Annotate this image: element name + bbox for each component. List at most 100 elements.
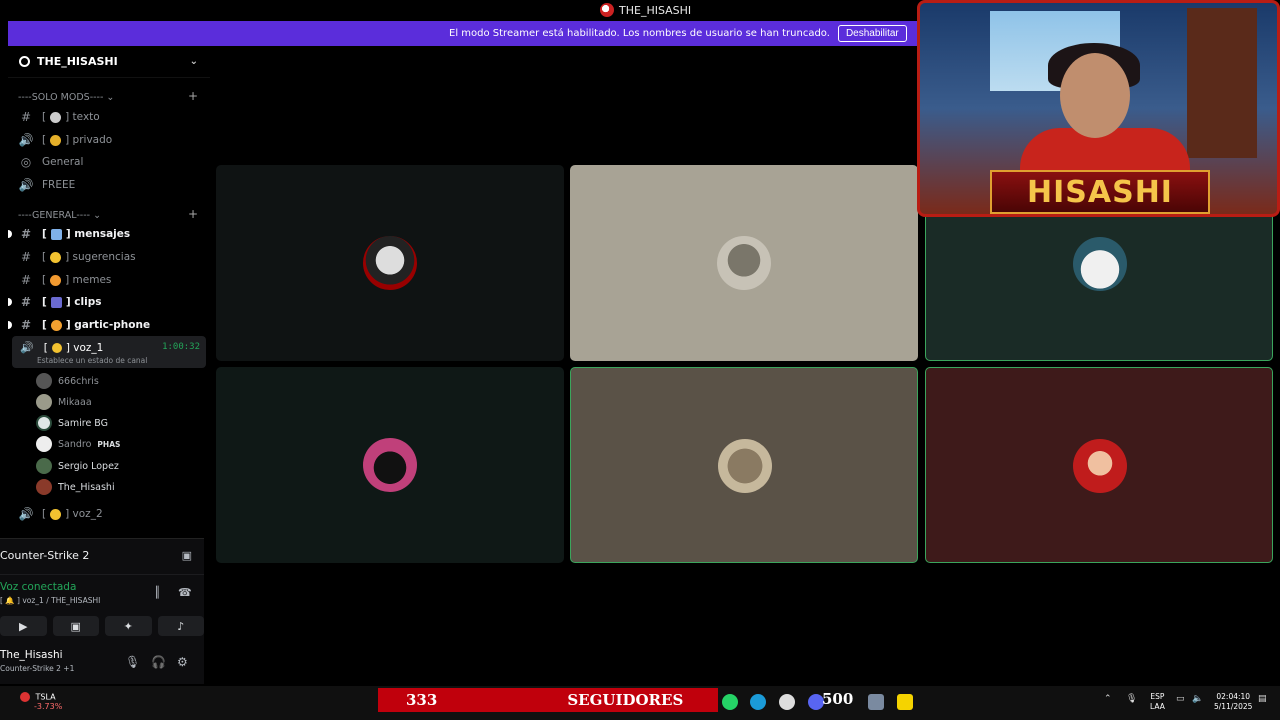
film-icon	[50, 296, 62, 308]
bell-icon	[50, 508, 62, 520]
video-tile-4[interactable]	[216, 367, 564, 563]
edge-icon[interactable]	[750, 694, 766, 710]
avatar	[36, 415, 52, 431]
channel-privado[interactable]: 🔊 [] privado	[18, 130, 204, 150]
channel-general-stage[interactable]: ◎ General	[18, 152, 204, 172]
book-icon	[50, 228, 62, 240]
voice-timer: 1:00:32	[162, 342, 200, 352]
avatar	[363, 236, 417, 290]
unread-indicator	[8, 298, 12, 306]
voice-location[interactable]: [ 🔔 ] voz_1 / THE_HISASHI	[0, 596, 100, 605]
channel-mensajes[interactable]: # [] mensajes	[8, 224, 204, 244]
overlay-counter: 500	[822, 690, 854, 708]
avatar	[36, 394, 52, 410]
voice-user[interactable]: Mikaaa	[36, 392, 92, 412]
channel-texto[interactable]: # [] texto	[18, 107, 204, 127]
hashtag-icon: #	[20, 295, 32, 309]
voice-user[interactable]: Samire BG	[36, 413, 108, 433]
channel-memes[interactable]: # [] memes	[18, 270, 204, 290]
voice-user[interactable]: Sandro PHAS	[36, 434, 120, 454]
voice-user[interactable]: 666chris	[36, 371, 99, 391]
stock-widget[interactable]: TSLA -3.73%	[20, 692, 62, 711]
surprised-emoji-icon	[50, 319, 62, 331]
status-badge: PHAS	[97, 439, 121, 449]
video-tile-6[interactable]	[925, 367, 1273, 563]
server-name: THE_HISASHI	[37, 55, 118, 68]
thinking-emoji-icon	[50, 251, 62, 263]
taskbar: TSLA -3.73% 333 SEGUIDORES 500 ⌃ 🎙 ESP L…	[0, 686, 1280, 720]
voice-channel-name: voz_1	[73, 341, 104, 354]
language-indicator[interactable]: ESP LAA	[1150, 692, 1165, 712]
microphone-icon[interactable]: 🎙	[1126, 694, 1137, 704]
server-header[interactable]: THE_HISASHI ⌄	[8, 46, 210, 78]
streamer-name-plate: HISASHI	[990, 170, 1210, 214]
channel-freee[interactable]: 🔊 FREEE	[18, 175, 204, 195]
voice-channel-voz-1[interactable]: 🔊 [] voz_1 1:00:32 Establece un estado d…	[12, 336, 206, 368]
soundboard-button[interactable]: ♪	[157, 616, 204, 636]
username[interactable]: The_Hisashi	[0, 649, 63, 661]
voice-connected-label[interactable]: Voz conectada	[0, 581, 76, 593]
disconnect-icon[interactable]: ☎	[178, 586, 192, 599]
hashtag-icon: #	[20, 250, 32, 264]
current-user: The_Hisashi Counter-Strike 2 +1 🎙 🎧 ⚙	[0, 649, 204, 679]
avatar	[36, 436, 52, 452]
whatsapp-icon[interactable]	[722, 694, 738, 710]
category-solo-mods[interactable]: ----SOLO MODS---- ⌄ +	[18, 90, 198, 103]
voice-user[interactable]: Sergio Lopez	[36, 456, 119, 476]
avatar	[36, 373, 52, 389]
channel-status-prompt[interactable]: Establece un estado de canal	[37, 356, 147, 365]
game-name: Counter-Strike 2	[0, 549, 90, 562]
add-channel-icon[interactable]: +	[188, 208, 198, 221]
chatgpt-icon[interactable]	[779, 694, 795, 710]
voice-actions: ▶ ▣ ✦ ♪	[0, 616, 204, 640]
emoji-icon	[50, 111, 62, 123]
banner-message: El modo Streamer está habilitado. Los no…	[449, 28, 830, 39]
activities-button[interactable]: ✦	[105, 616, 152, 636]
stage-icon: ◎	[20, 155, 32, 169]
app-icon[interactable]	[868, 694, 884, 710]
channel-gartic-phone[interactable]: # [] gartic-phone	[8, 315, 204, 335]
notification-icon[interactable]: ▤	[1258, 694, 1267, 704]
activity-row: Counter-Strike 2 ▣	[0, 539, 204, 575]
avatar	[717, 236, 771, 290]
window-title: THE_HISASHI	[600, 3, 691, 17]
channel-clips[interactable]: # [] clips	[8, 292, 204, 312]
avatar	[36, 458, 52, 474]
volume-icon[interactable]: 🔈	[1192, 694, 1203, 704]
headphones-icon[interactable]: 🎧	[151, 655, 166, 669]
followers-label: SEGUIDORES	[567, 691, 684, 709]
channel-sugerencias[interactable]: # [] sugerencias	[18, 247, 204, 267]
add-channel-icon[interactable]: +	[188, 90, 198, 103]
gear-icon[interactable]: ⚙	[177, 655, 188, 669]
unread-indicator	[8, 230, 12, 238]
bell-icon	[51, 342, 62, 353]
video-tile-1[interactable]	[216, 165, 564, 361]
video-tile-2[interactable]	[570, 165, 918, 361]
hashtag-icon: #	[20, 110, 32, 124]
noise-suppression-icon[interactable]: ║	[154, 586, 161, 599]
microphone-icon[interactable]: 🎙	[125, 655, 140, 669]
server-icon	[19, 56, 30, 67]
laughing-emoji-icon	[50, 274, 62, 286]
video-tile-5[interactable]	[570, 367, 918, 563]
camera-button[interactable]: ▶	[0, 616, 47, 636]
followers-count: 333	[406, 691, 438, 709]
voice-connection: Voz conectada [ 🔔 ] voz_1 / THE_HISASHI …	[0, 581, 204, 615]
chevron-down-icon[interactable]: ⌄	[190, 56, 198, 67]
lock-icon	[50, 134, 62, 146]
alert-icon	[20, 692, 30, 702]
sticky-notes-icon[interactable]	[897, 694, 913, 710]
user-panel: Counter-Strike 2 ▣ Voz conectada [ 🔔 ] v…	[0, 538, 204, 684]
voice-user[interactable]: The_Hisashi	[36, 477, 115, 497]
system-clock[interactable]: 02:04:10 5/11/2025	[1214, 692, 1252, 712]
chevron-up-icon[interactable]: ⌃	[1104, 694, 1112, 704]
channel-voz-2[interactable]: 🔊 [] voz_2	[18, 504, 204, 524]
category-general[interactable]: ----GENERAL---- ⌄ +	[18, 208, 198, 221]
share-screen-button[interactable]: ▣	[52, 616, 99, 636]
screen-share-icon[interactable]: ▣	[182, 549, 192, 562]
network-icon[interactable]: ▭	[1176, 694, 1185, 704]
streamer-face	[1060, 53, 1130, 138]
door-background	[1187, 8, 1257, 158]
disable-streamer-button[interactable]: Deshabilitar	[837, 25, 907, 42]
speaker-icon: 🔊	[18, 133, 34, 147]
